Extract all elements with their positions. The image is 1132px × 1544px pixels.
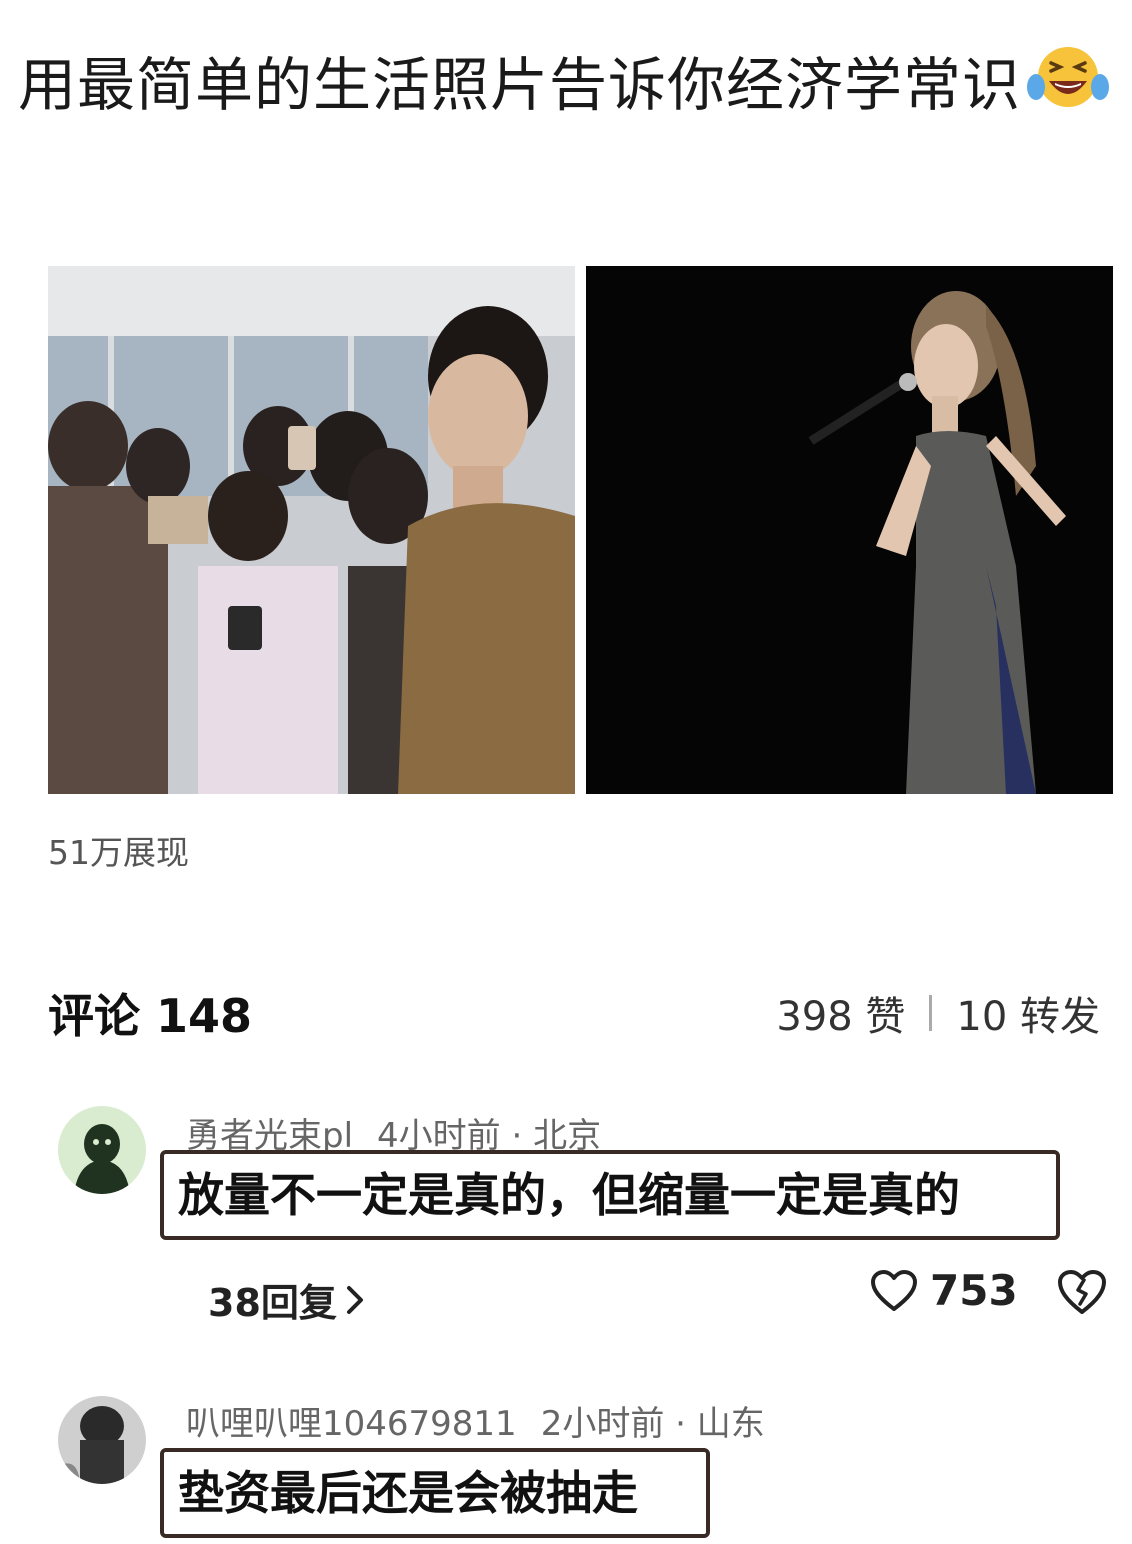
post-title-text: 用最简单的生活照片告诉你经济学常识 — [18, 51, 1022, 119]
view-count: 51万展现 — [48, 833, 189, 872]
laughing-tears-emoji-icon — [1027, 47, 1110, 107]
chevron-right-icon — [346, 1285, 363, 1314]
replies-button[interactable]: 38回复 — [208, 1272, 365, 1327]
comment-text: 放量不一定是真的，但缩量一定是真的 — [160, 1150, 1060, 1240]
avatar[interactable] — [58, 1396, 146, 1484]
post-title: 用最简单的生活照片告诉你经济学常识 — [18, 34, 1118, 136]
avatar[interactable] — [58, 1106, 146, 1194]
post-stats: 398 赞 10 转发 — [776, 984, 1100, 1042]
comment-like-count: 753 — [930, 1266, 1018, 1315]
comment-text: 垫资最后还是会被抽走 — [160, 1448, 710, 1538]
comment-like-button[interactable]: 753 — [870, 1266, 1018, 1315]
comment-username[interactable]: 叭哩叭哩104679811 — [186, 1404, 517, 1444]
replies-label: 38回复 — [208, 1281, 337, 1325]
broken-heart-icon — [1058, 1270, 1106, 1314]
shares-count[interactable]: 10 转发 — [956, 984, 1100, 1042]
dislike-button[interactable] — [1056, 1268, 1108, 1320]
comment-meta: 叭哩叭哩104679811 2小时前 · 山东 — [186, 1396, 765, 1445]
likes-count[interactable]: 398 赞 — [776, 984, 905, 1042]
photo-stage-singer[interactable] — [586, 266, 1113, 794]
heart-icon — [871, 1269, 917, 1311]
stats-divider — [929, 995, 933, 1031]
comments-count-title: 评论 148 — [48, 989, 253, 1043]
comment-time-location: 2小时前 · 山东 — [540, 1404, 765, 1444]
photo-office-crowd[interactable] — [48, 266, 575, 794]
